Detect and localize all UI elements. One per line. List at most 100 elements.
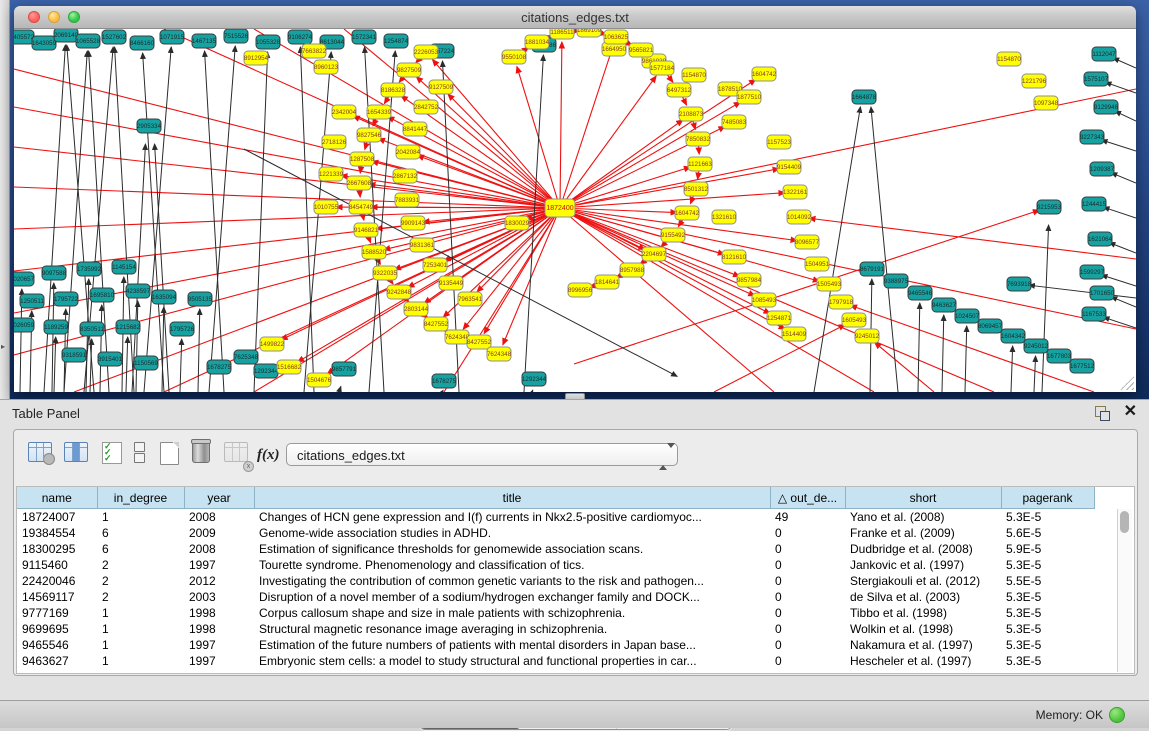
- network-node[interactable]: 7625348: [234, 350, 259, 364]
- network-node[interactable]: 1024507: [955, 309, 980, 323]
- network-node[interactable]: 2905334: [137, 119, 162, 133]
- memory-ok-indicator[interactable]: [1109, 707, 1125, 723]
- column-header-in_degree[interactable]: in_degree: [97, 487, 184, 509]
- table-row[interactable]: 911546021997Tourette syndrome. Phenomeno…: [17, 557, 1094, 573]
- network-node[interactable]: 1735992: [77, 262, 102, 276]
- network-node[interactable]: 1014092: [787, 210, 812, 224]
- network-node[interactable]: 2842752: [414, 100, 439, 114]
- network-node[interactable]: 8912954: [244, 51, 269, 65]
- network-node[interactable]: 8996956: [568, 283, 593, 297]
- column-header-out_de[interactable]: △ out_de...: [770, 487, 845, 509]
- network-node[interactable]: 9565821: [629, 43, 654, 57]
- network-node[interactable]: 1635094: [152, 290, 177, 304]
- network-node[interactable]: 2026059: [14, 318, 35, 332]
- network-node[interactable]: 1254871: [767, 311, 792, 325]
- network-node[interactable]: 1221339: [319, 167, 344, 181]
- network-node[interactable]: 1677512: [1070, 359, 1095, 373]
- network-node[interactable]: 8957988: [620, 263, 645, 277]
- network-node[interactable]: 2226053: [414, 45, 439, 59]
- delete-table-icon[interactable]: [192, 442, 218, 468]
- table-row[interactable]: 1872400712008Changes of HCN gene express…: [17, 509, 1094, 526]
- network-node[interactable]: 8679191: [860, 262, 885, 276]
- network-node[interactable]: 1063625: [604, 30, 629, 44]
- network-node[interactable]: 8454749: [349, 200, 374, 214]
- network-node[interactable]: 9146821: [354, 223, 379, 237]
- network-node[interactable]: 1292344: [254, 364, 279, 378]
- network-node[interactable]: 1588520: [362, 245, 387, 259]
- network-node[interactable]: 1287508: [350, 152, 375, 166]
- network-node[interactable]: 2108873: [679, 107, 704, 121]
- network-node[interactable]: 1209387: [1090, 162, 1115, 176]
- network-node[interactable]: 8096577: [795, 235, 820, 249]
- network-node[interactable]: 1514409: [782, 327, 807, 341]
- network-node[interactable]: 1467135: [192, 34, 217, 48]
- network-node[interactable]: 1292344: [522, 372, 547, 386]
- network-node[interactable]: 1244415: [1082, 197, 1107, 211]
- network-node[interactable]: 9154409: [777, 160, 802, 174]
- network-node[interactable]: 1010755: [314, 200, 339, 214]
- column-header-name[interactable]: name: [17, 487, 97, 509]
- network-node[interactable]: 9215953: [1037, 200, 1062, 214]
- network-node[interactable]: 2803144: [404, 302, 429, 316]
- network-node[interactable]: 1604342: [1001, 329, 1026, 343]
- network-node[interactable]: 1085493: [752, 293, 777, 307]
- network-node[interactable]: 1572341: [352, 30, 377, 44]
- network-node[interactable]: 1664878: [852, 90, 877, 104]
- network-node[interactable]: 9242848: [387, 285, 412, 299]
- table-row[interactable]: 1456911722003Disruption of a novel membe…: [17, 589, 1094, 605]
- network-node[interactable]: 9318591: [62, 348, 87, 362]
- network-node[interactable]: 7883931: [395, 193, 420, 207]
- network-node[interactable]: 1154870: [997, 52, 1021, 66]
- network-node[interactable]: 1577184: [650, 61, 675, 75]
- network-node[interactable]: 9097588: [42, 266, 67, 280]
- network-node[interactable]: 1157523: [767, 135, 791, 149]
- network-node[interactable]: 8069457: [978, 319, 1003, 333]
- network-node[interactable]: 2718126: [322, 135, 347, 149]
- network-node[interactable]: 1678275: [207, 360, 232, 374]
- network-node[interactable]: 1643059: [32, 36, 57, 50]
- network-node[interactable]: 1814641: [595, 275, 620, 289]
- network-node[interactable]: 1678275: [432, 374, 457, 388]
- network-node[interactable]: 8427552: [424, 317, 449, 331]
- network-node[interactable]: 8350511: [80, 322, 104, 336]
- table-row[interactable]: 1830029562008Estimation of significance …: [17, 541, 1094, 557]
- scrollbar-thumb[interactable]: [1120, 511, 1129, 533]
- network-node[interactable]: 1221796: [1022, 74, 1047, 88]
- network-node[interactable]: 7693918: [1007, 277, 1032, 291]
- network-node[interactable]: 7663822: [302, 44, 327, 58]
- network-node[interactable]: 1605493: [842, 313, 867, 327]
- network-node[interactable]: 4238597: [126, 284, 151, 298]
- network-node[interactable]: 1505493: [817, 277, 842, 291]
- network-node[interactable]: 7963541: [458, 292, 483, 306]
- network-window-titlebar[interactable]: citations_edges.txt: [14, 6, 1136, 29]
- network-node[interactable]: 7515526: [224, 29, 249, 43]
- new-table-icon[interactable]: [160, 442, 186, 468]
- network-node[interactable]: 9135449: [439, 276, 464, 290]
- network-node[interactable]: 7485083: [722, 115, 747, 129]
- network-node[interactable]: 9857984: [737, 273, 762, 287]
- network-node[interactable]: 2020657: [14, 272, 35, 286]
- network-node[interactable]: 9245012: [855, 329, 880, 343]
- network-hub-node[interactable]: 1872400: [545, 199, 575, 217]
- network-node[interactable]: 1097348: [1034, 96, 1059, 110]
- network-node[interactable]: 2667608: [347, 176, 372, 190]
- network-node[interactable]: 1321610: [712, 210, 737, 224]
- network-node[interactable]: 7253401: [423, 258, 448, 272]
- network-node[interactable]: 1604742: [752, 67, 777, 81]
- network-node[interactable]: 8427552: [467, 335, 492, 349]
- network-node[interactable]: 2204697: [642, 247, 667, 261]
- table-row[interactable]: 946362711997Embryonic stem cells: a mode…: [17, 653, 1094, 669]
- network-node[interactable]: 9245012: [1024, 339, 1049, 353]
- column-header-pagerank[interactable]: pagerank: [1001, 487, 1094, 509]
- network-node[interactable]: 1499822: [260, 337, 285, 351]
- network-node[interactable]: 1604742: [675, 206, 700, 220]
- network-node[interactable]: 1575107: [1084, 72, 1109, 86]
- network-canvas[interactable]: 2405572164305920691401065528152760284661…: [14, 29, 1136, 392]
- network-node[interactable]: 1121663: [688, 157, 712, 171]
- network-node[interactable]: 1254874: [384, 34, 409, 48]
- network-node[interactable]: 8466160: [130, 36, 155, 50]
- network-node[interactable]: 1516682: [277, 360, 302, 374]
- network-node[interactable]: 9227343: [1080, 130, 1105, 144]
- column-header-title[interactable]: title: [254, 487, 770, 509]
- network-node[interactable]: 1701650: [1090, 286, 1115, 300]
